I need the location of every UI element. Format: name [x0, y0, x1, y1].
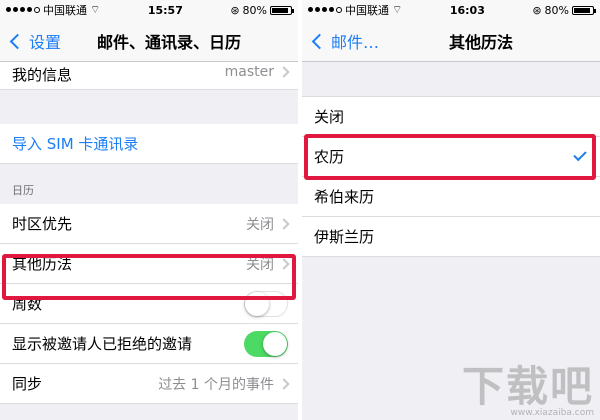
row-sync[interactable]: 同步 过去 1 个月的事件: [0, 364, 298, 404]
wifi-icon: ⌔: [90, 3, 101, 16]
nav-bar: 邮件… 其他历法: [302, 20, 600, 62]
signal-icon: [6, 7, 40, 13]
rotation-lock-icon: ⊛: [230, 3, 240, 17]
rotation-lock-icon: ⊛: [532, 3, 542, 17]
row-value: master: [224, 64, 274, 80]
row-value: 关闭: [246, 256, 274, 273]
row-label: 时区优先: [12, 215, 73, 233]
status-time: 15:57: [147, 3, 183, 17]
row-my-info[interactable]: 我的信息 master: [0, 62, 298, 90]
import-sim-link: 导入 SIM 卡通讯录: [12, 135, 139, 153]
watermark-url: www.xiazaiba.com: [510, 408, 594, 418]
back-label: 邮件…: [331, 33, 380, 52]
option-off[interactable]: 关闭: [302, 97, 600, 137]
row-import-sim[interactable]: 导入 SIM 卡通讯录: [0, 124, 298, 164]
row-show-declined: 显示被邀请人已拒绝的邀请: [0, 324, 298, 364]
status-bar: 中国联通 ⌔ 15:57 ⊛ 80%: [0, 0, 298, 20]
back-button[interactable]: 邮件…: [310, 20, 379, 62]
watermark-logo: 下载吧: [461, 362, 594, 411]
option-islamic[interactable]: 伊斯兰历: [302, 217, 600, 257]
week-numbers-toggle[interactable]: [244, 290, 288, 317]
checkmark-icon: [573, 147, 587, 162]
calendar-options-list: 关闭 农历 希伯来历 伊斯兰历: [302, 96, 600, 257]
back-button[interactable]: 设置: [8, 20, 61, 62]
option-label: 伊斯兰历: [314, 228, 375, 246]
right-screen: 中国联通 ⌔ 16:03 ⊛ 80% 邮件… 其他历法 关闭 农历 希伯来历 伊…: [302, 0, 600, 420]
section-header-calendar: 日历: [12, 184, 34, 197]
carrier-label: 中国联通: [345, 4, 389, 17]
battery-percent: 80%: [544, 3, 569, 17]
battery-icon: [572, 5, 596, 15]
row-week-numbers: 周数: [0, 284, 298, 324]
row-other-calendars[interactable]: 其他历法 关闭: [0, 244, 298, 284]
chevron-right-icon: [278, 257, 290, 270]
left-screen: 中国联通 ⌔ 15:57 ⊛ 80% 设置 邮件、通讯录、日历 我的信息 mas…: [0, 0, 298, 420]
chevron-right-icon: [278, 377, 290, 390]
wifi-icon: ⌔: [392, 3, 403, 16]
row-label: 其他历法: [12, 255, 73, 273]
option-label: 希伯来历: [314, 188, 375, 206]
row-timezone[interactable]: 时区优先 关闭: [0, 204, 298, 244]
watermark: 下载吧 www.xiazaiba.com: [461, 362, 594, 419]
row-value: 关闭: [246, 216, 274, 233]
battery-icon: [270, 5, 294, 15]
chevron-left-icon: [9, 33, 26, 49]
chevron-right-icon: [278, 66, 290, 78]
back-label: 设置: [29, 33, 62, 52]
status-bar: 中国联通 ⌔ 16:03 ⊛ 80%: [302, 0, 600, 20]
row-value: 过去 1 个月的事件: [158, 376, 274, 393]
status-time: 16:03: [449, 3, 485, 17]
show-declined-toggle[interactable]: [244, 330, 288, 357]
signal-icon: [308, 7, 342, 13]
row-label: 周数: [12, 295, 43, 313]
option-lunar[interactable]: 农历: [302, 137, 600, 177]
row-label: 我的信息: [12, 66, 73, 84]
carrier-label: 中国联通: [43, 4, 87, 17]
battery-percent: 80%: [242, 3, 267, 17]
row-label: 显示被邀请人已拒绝的邀请: [12, 335, 193, 353]
row-label: 同步: [12, 375, 43, 393]
screenshot-composite: 中国联通 ⌔ 15:57 ⊛ 80% 设置 邮件、通讯录、日历 我的信息 mas…: [0, 0, 600, 420]
option-label: 农历: [314, 148, 345, 166]
nav-bar: 设置 邮件、通讯录、日历: [0, 20, 298, 62]
chevron-right-icon: [278, 217, 290, 230]
option-hebrew[interactable]: 希伯来历: [302, 177, 600, 217]
chevron-left-icon: [311, 33, 328, 49]
option-label: 关闭: [314, 108, 345, 126]
